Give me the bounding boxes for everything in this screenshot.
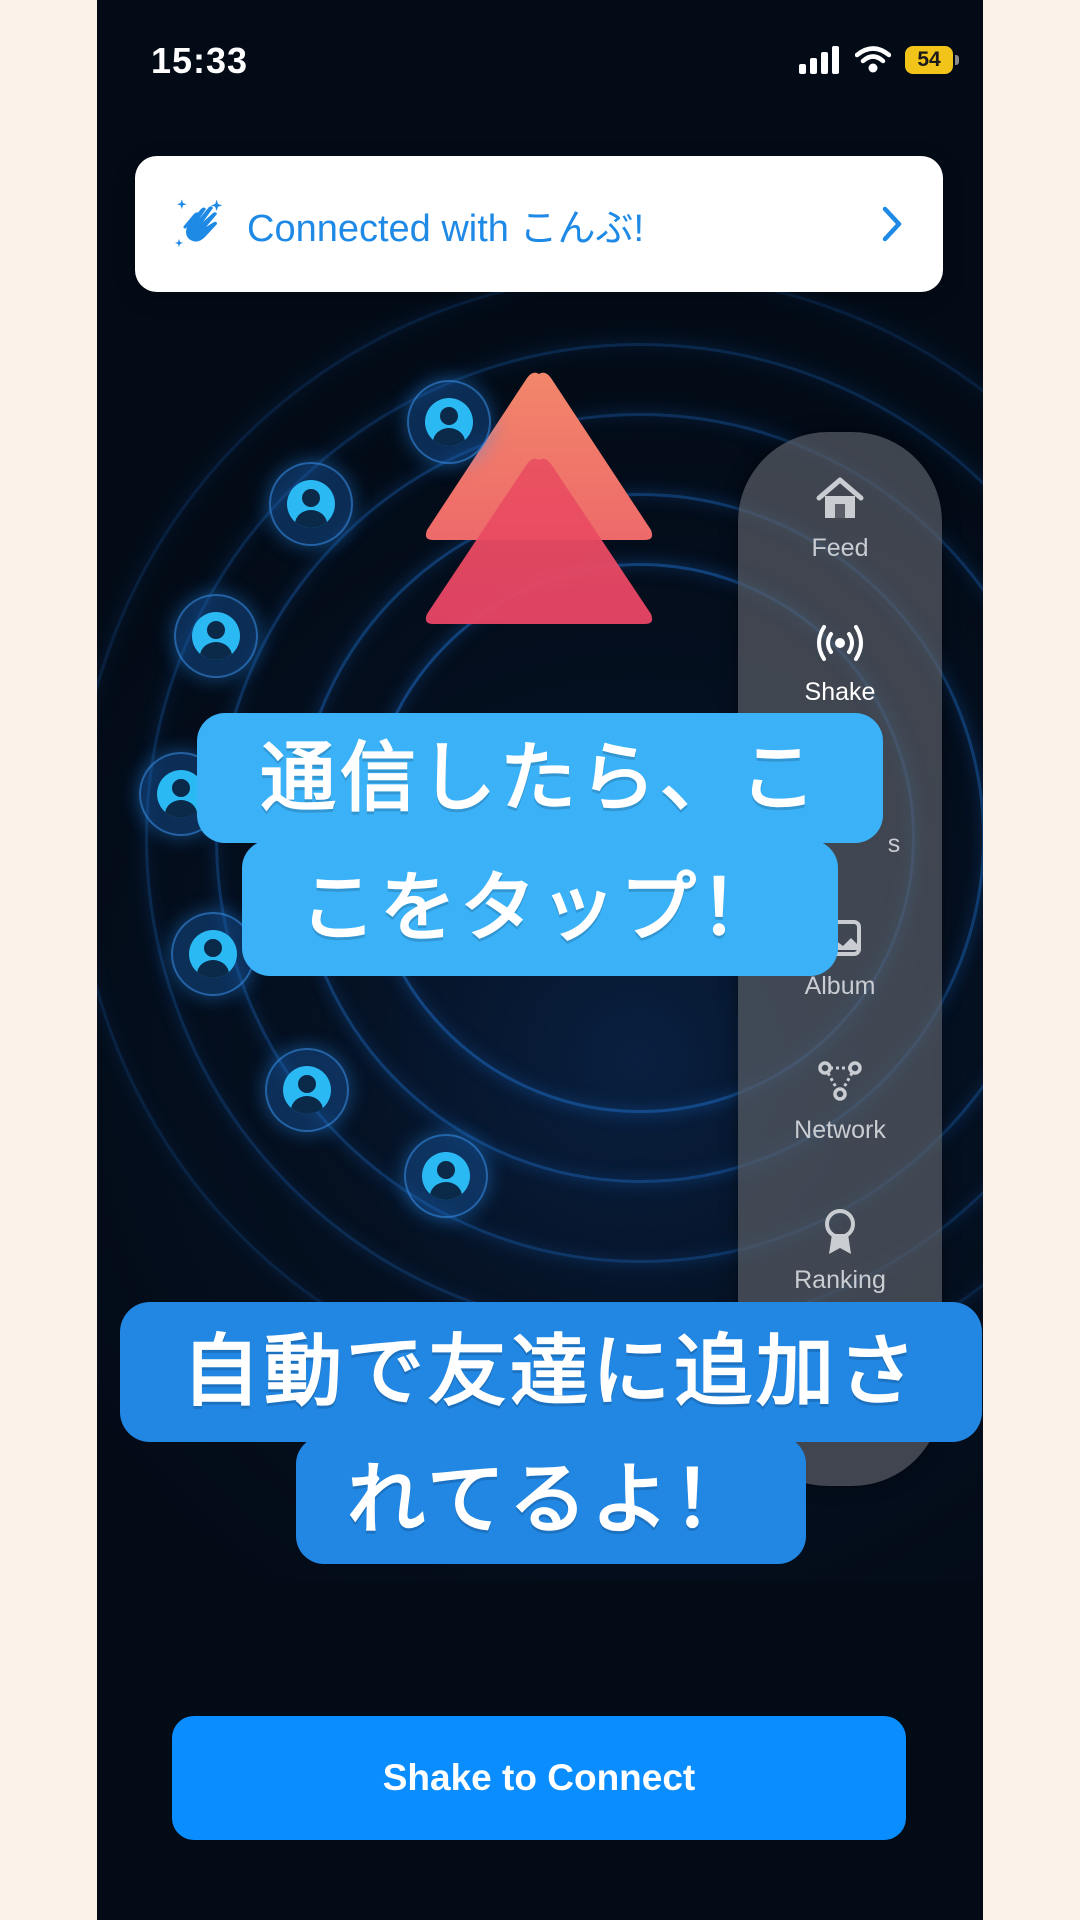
nav-item-feed[interactable]: Feed	[738, 472, 942, 563]
connection-banner[interactable]: Connected with こんぶ!	[135, 156, 943, 292]
nav-label: Feed	[811, 534, 869, 562]
status-time: 15:33	[151, 40, 249, 81]
clapping-hands-icon	[175, 199, 223, 247]
tutorial-caption: れてるよ！	[296, 1436, 806, 1564]
broadcast-icon	[817, 625, 863, 661]
tutorial-caption: こをタップ！	[242, 840, 838, 976]
tutorial-caption: 通信したら、こ	[197, 713, 883, 843]
nearby-user-avatar[interactable]	[404, 1134, 488, 1218]
nav-label: Album	[804, 972, 876, 1000]
home-icon	[816, 477, 864, 518]
nav-label: s	[887, 830, 901, 858]
shake-to-connect-button[interactable]: Shake to Connect	[172, 1716, 906, 1840]
chevron-right-icon	[882, 206, 902, 242]
signal-icon	[799, 46, 839, 74]
nearby-user-avatar[interactable]	[174, 594, 258, 678]
nav-item-ranking[interactable]: Ranking	[738, 1204, 942, 1295]
nav-label: Network	[794, 1116, 886, 1144]
award-icon	[825, 1209, 855, 1254]
nav-label: Ranking	[794, 1266, 886, 1294]
nav-item-network[interactable]: Network	[738, 1054, 942, 1145]
battery-indicator: 54	[905, 46, 959, 74]
wifi-icon	[855, 46, 891, 73]
nearby-user-avatar[interactable]	[407, 380, 491, 464]
nearby-user-avatar[interactable]	[269, 462, 353, 546]
nav-label: Shake	[804, 678, 876, 706]
nearby-user-avatar[interactable]	[265, 1048, 349, 1132]
banner-text: Connected with こんぶ!	[247, 207, 645, 250]
network-icon	[818, 1061, 862, 1101]
nav-item-shake[interactable]: Shake	[738, 616, 942, 707]
status-icons: 54	[799, 46, 959, 74]
tutorial-caption: 自動で友達に追加さ	[120, 1302, 982, 1442]
